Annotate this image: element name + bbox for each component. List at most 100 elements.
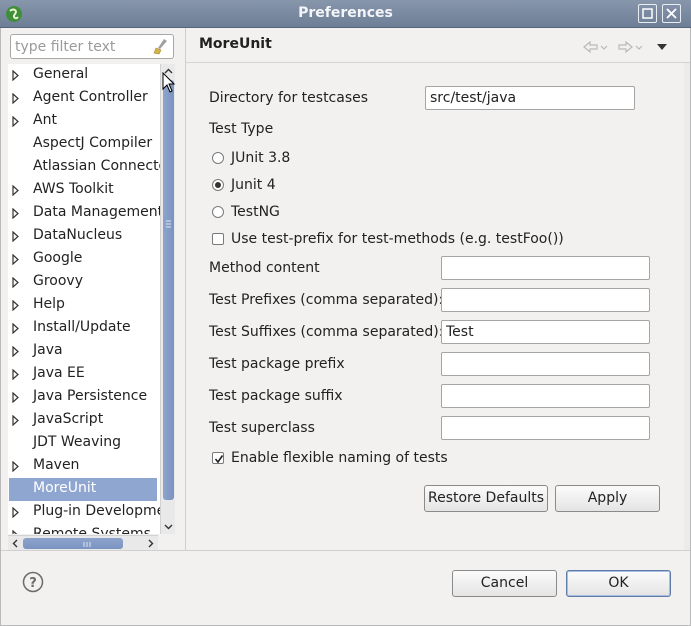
radio-junit38-label: JUnit 3.8 [231,150,291,166]
tree-item[interactable]: AWS Toolkit [8,179,160,202]
tree-item[interactable]: Java [8,340,160,363]
back-arrow-icon[interactable] [582,40,610,54]
tree-item[interactable]: Java EE [8,363,160,386]
forward-arrow-icon[interactable] [617,40,645,54]
tree-item-label: Groovy [33,273,83,289]
tree-item[interactable]: Help [8,294,160,317]
tree-item[interactable]: Data Management [8,202,160,225]
tree-item[interactable]: Groovy [8,271,160,294]
view-menu-icon[interactable] [656,43,668,51]
tree-item[interactable]: JavaScript [8,409,160,432]
radio-junit4-label: Junit 4 [231,177,276,193]
tree-item[interactable]: MoreUnit [9,478,157,501]
svg-text:?: ? [29,576,37,591]
expand-arrow-icon[interactable] [12,369,20,380]
expand-arrow-icon[interactable] [12,392,20,403]
tree-item[interactable]: DataNucleus [8,225,160,248]
scroll-left-button[interactable] [8,536,23,551]
restore-defaults-button[interactable]: Restore Defaults [424,485,548,512]
expand-arrow-icon[interactable] [12,530,20,534]
horizontal-scroll-thumb[interactable] [23,538,123,549]
test-prefixes-label: Test Prefixes (comma separated): [209,292,443,308]
tree-item[interactable]: Agent Controller [8,87,160,110]
flexible-naming-checkbox[interactable] [212,452,224,464]
grip-icon [166,220,171,228]
tree-item[interactable]: Remote Systems [8,524,160,534]
superclass-field[interactable] [441,416,650,440]
expand-arrow-icon[interactable] [12,185,20,196]
superclass-label: Test superclass [209,420,315,436]
tree-vertical-scrollbar[interactable] [160,64,175,534]
tree-item-label: DataNucleus [33,227,123,243]
flexible-naming-label: Enable flexible naming of tests [231,450,448,466]
scroll-down-button[interactable] [161,519,176,534]
directory-label: Directory for testcases [209,90,369,106]
expand-arrow-icon[interactable] [12,70,20,81]
test-suffixes-label: Test Suffixes (comma separated): [209,324,444,340]
cancel-button[interactable]: Cancel [452,570,557,597]
tree-item[interactable]: Plug-in Development [8,501,160,524]
tree-item[interactable]: Java Persistence [8,386,160,409]
tree-item-label: JavaScript [33,411,104,427]
chevron-left-icon [12,539,18,548]
test-suffixes-field[interactable] [441,320,650,344]
pane-divider[interactable] [185,28,186,550]
maximize-icon [642,8,653,19]
preference-tree: General Agent Controller Ant AspectJ Compil… [8,64,160,534]
package-suffix-label: Test package suffix [209,388,343,404]
expand-arrow-icon[interactable] [12,300,20,311]
radio-testng[interactable] [212,206,224,218]
test-prefix-checkbox[interactable] [212,233,224,245]
tree-item[interactable]: Install/Update [8,317,160,340]
tree-item[interactable]: JDT Weaving [8,432,160,455]
filter-box [10,34,174,59]
apply-button[interactable]: Apply [555,485,660,512]
filter-input[interactable] [15,37,153,56]
tree-item[interactable]: Atlassian Connector [8,156,160,179]
directory-field[interactable] [425,86,635,110]
help-icon[interactable]: ? [22,571,44,593]
tree-item[interactable]: AspectJ Compiler [8,133,160,156]
tree-item[interactable]: Maven [8,455,160,478]
tree-horizontal-scrollbar[interactable] [8,535,158,550]
method-content-field[interactable] [441,256,650,280]
expand-arrow-icon[interactable] [12,277,20,288]
tree-item-label: AspectJ Compiler [33,135,153,151]
expand-arrow-icon[interactable] [12,461,20,472]
expand-arrow-icon[interactable] [12,116,20,127]
tree-item[interactable]: Ant [8,110,160,133]
package-prefix-field[interactable] [441,352,650,376]
tree-item-label: Java [33,342,63,358]
tree-item-label: Java Persistence [33,388,148,404]
tree-item-label: Java EE [33,365,85,381]
package-prefix-label: Test package prefix [209,356,345,372]
radio-testng-label: TestNG [231,204,280,220]
radio-junit4[interactable] [212,179,224,191]
tree-item[interactable]: General [8,64,160,87]
expand-arrow-icon[interactable] [12,93,20,104]
expand-arrow-icon[interactable] [12,346,20,357]
radio-junit38[interactable] [212,152,224,164]
expand-arrow-icon[interactable] [12,507,20,518]
tree-item-label: General [33,66,89,82]
header-separator [186,62,690,63]
test-prefixes-field[interactable] [441,288,650,312]
test-type-label: Test Type [209,121,274,137]
mouse-cursor-icon [162,72,176,93]
expand-arrow-icon[interactable] [12,231,20,242]
expand-arrow-icon[interactable] [12,323,20,334]
expand-arrow-icon[interactable] [12,254,20,265]
expand-arrow-icon[interactable] [12,415,20,426]
package-suffix-field[interactable] [441,384,650,408]
expand-arrow-icon[interactable] [12,208,20,219]
ok-button[interactable]: OK [566,570,671,597]
footer-separator [1,550,690,551]
maximize-button[interactable] [638,4,657,23]
tree-item[interactable]: Google [8,248,160,271]
close-button[interactable] [662,4,681,23]
scroll-thumb[interactable] [163,80,174,500]
grip-icon [83,542,91,547]
tree-item-label: Maven [33,457,80,473]
scroll-right-button[interactable] [143,536,158,551]
clear-filter-icon[interactable] [153,38,169,55]
